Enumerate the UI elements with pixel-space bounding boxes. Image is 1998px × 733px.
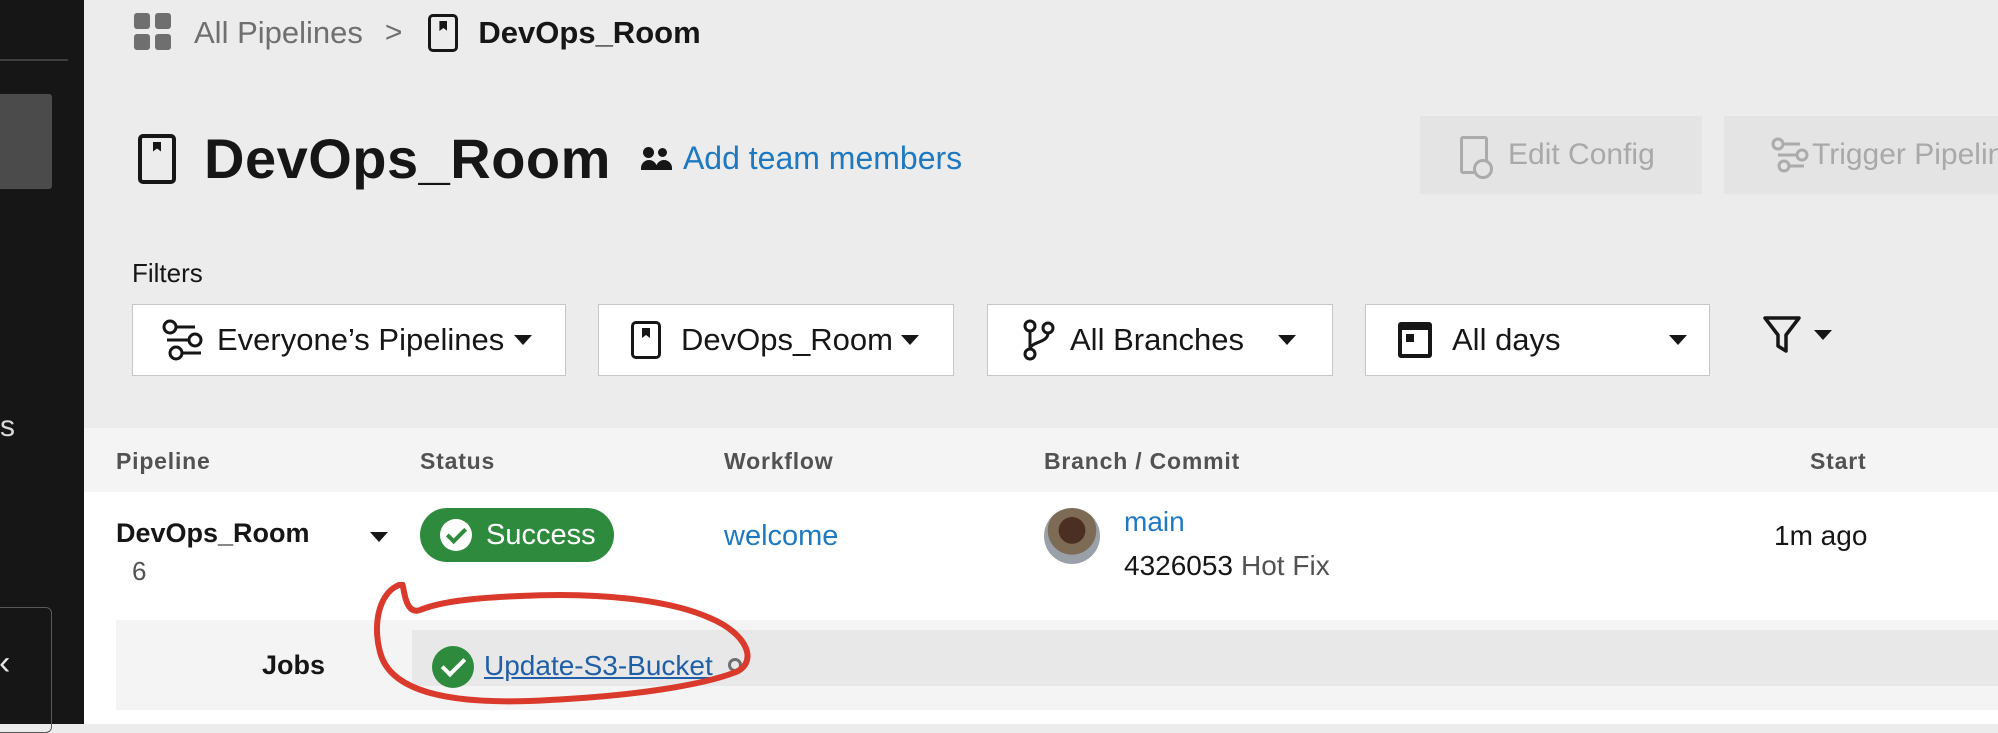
commit-info[interactable]: 4326053 Hot Fix: [1124, 550, 1330, 582]
filter-funnel-icon: [1763, 316, 1801, 353]
jobs-label: Jobs: [262, 650, 326, 680]
caret-down-icon: [1668, 335, 1687, 345]
date-filter[interactable]: All days: [1365, 304, 1710, 376]
add-team-members-link[interactable]: Add team members: [640, 140, 963, 177]
pipeline-icon: [162, 319, 203, 361]
pipeline-owner-filter[interactable]: Everyone’s Pipelines: [132, 304, 566, 376]
chevron-left-icon: ‹: [0, 644, 11, 682]
edit-config-label: Edit Config: [1508, 138, 1655, 171]
column-header-pipeline: Pipeline: [116, 448, 211, 474]
pipeline-icon: [1771, 137, 1809, 173]
project-filter[interactable]: DevOps_Room: [598, 304, 954, 376]
sidebar-active-item[interactable]: [0, 94, 52, 189]
job-success-icon: [432, 646, 474, 688]
column-header-workflow: Workflow: [724, 448, 834, 474]
breadcrumb-separator-icon: >: [384, 16, 403, 49]
pipeline-number: 6: [132, 556, 147, 586]
pipeline-name[interactable]: DevOps_Room: [116, 518, 310, 549]
calendar-icon: [1398, 322, 1432, 358]
column-header-branch-commit: Branch / Commit: [1044, 448, 1241, 474]
project-filter-value: DevOps_Room: [681, 322, 893, 357]
commit-hash: 4326053: [1124, 550, 1234, 581]
advanced-filter-button[interactable]: [1762, 314, 1832, 356]
avatar: [1044, 508, 1100, 564]
column-header-status: Status: [420, 448, 496, 474]
people-icon: [640, 146, 673, 171]
project-bookmark-icon: [631, 321, 661, 359]
sidebar-collapse-button[interactable]: ‹: [0, 607, 52, 733]
add-team-members-label: Add team members: [682, 140, 963, 176]
column-header-start: Start: [1810, 448, 1867, 474]
expand-row-caret-icon[interactable]: [370, 532, 388, 542]
breadcrumb-all-pipelines[interactable]: All Pipelines: [194, 15, 363, 51]
branch-filter-value: All Branches: [1070, 322, 1245, 357]
trigger-pipeline-label: Trigger Pipelin: [1812, 138, 1998, 171]
branch-filter[interactable]: All Branches: [987, 304, 1333, 376]
filters-label: Filters: [132, 258, 203, 288]
project-bookmark-icon: [138, 133, 176, 184]
commit-message: Hot Fix: [1241, 550, 1330, 581]
left-sidebar: s ‹: [0, 0, 84, 733]
start-time: 1m ago: [1774, 520, 1868, 551]
pipeline-owner-filter-value: Everyone’s Pipelines: [217, 322, 505, 357]
caret-down-icon: [514, 335, 533, 345]
check-circle-icon: [440, 519, 472, 551]
caret-down-icon: [1814, 330, 1832, 340]
job-status-dot-icon: [728, 658, 742, 672]
git-branch-icon: [1023, 319, 1055, 361]
status-badge[interactable]: Success: [420, 508, 614, 562]
trigger-pipeline-button[interactable]: Trigger Pipelin: [1724, 116, 1998, 194]
branch-link[interactable]: main: [1124, 506, 1185, 538]
workflow-link[interactable]: welcome: [724, 520, 838, 553]
dashboard-grid-icon: [134, 13, 172, 53]
project-bookmark-icon: [428, 14, 459, 52]
caret-down-icon: [900, 335, 919, 345]
job-link[interactable]: Update-S3-Bucket: [484, 650, 713, 682]
table-header: Pipeline Status Workflow Branch / Commit…: [84, 428, 1998, 492]
status-badge-label: Success: [486, 518, 596, 551]
breadcrumb-current: DevOps_Room: [478, 15, 701, 50]
edit-config-button[interactable]: Edit Config: [1420, 116, 1702, 194]
config-file-icon: [1460, 136, 1493, 179]
breadcrumb: All Pipelines > DevOps_Room: [134, 8, 701, 58]
sidebar-divider: [0, 59, 68, 61]
caret-down-icon: [1278, 335, 1297, 345]
date-filter-value: All days: [1452, 322, 1561, 357]
page-title: DevOps_Room: [204, 127, 611, 190]
sidebar-item-label: s: [0, 410, 15, 443]
jobs-row: Jobs Update-S3-Bucket: [116, 620, 1998, 710]
page-header: DevOps_Room Add team members: [138, 126, 962, 191]
